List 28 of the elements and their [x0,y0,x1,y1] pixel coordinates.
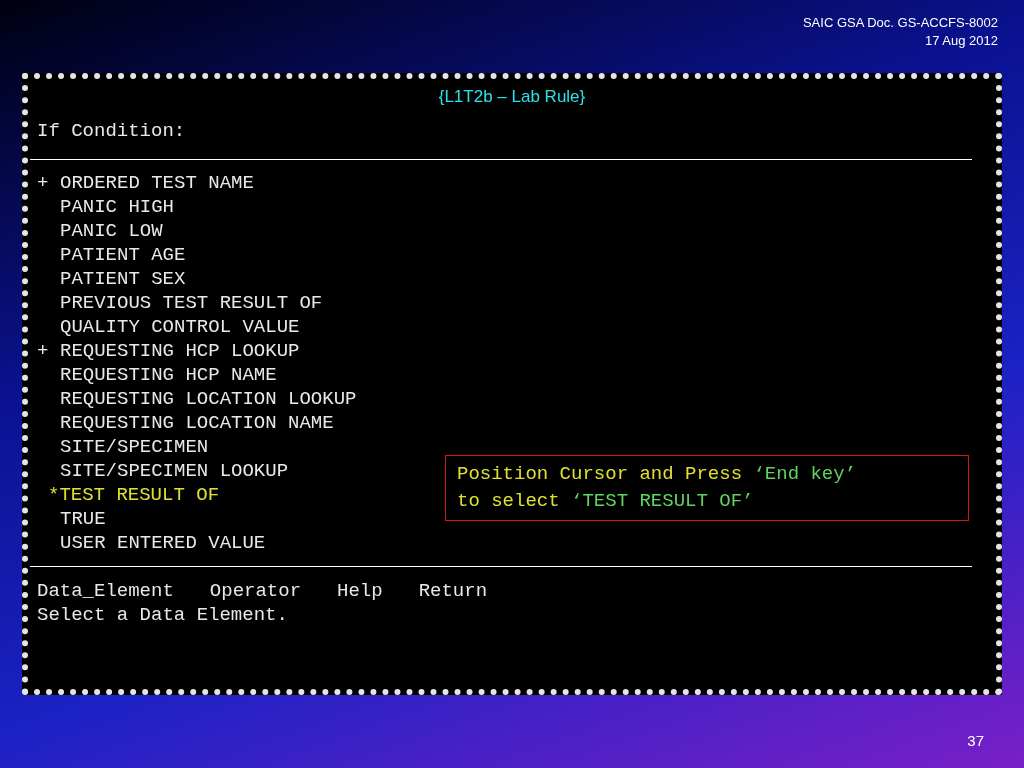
data-element-option[interactable]: SITE/SPECIMEN LOOKUP [37,459,289,483]
data-element-option[interactable]: PATIENT AGE [37,243,186,267]
menu-item[interactable]: Data_Element [37,579,174,603]
document-header-text: SAIC GSA Doc. GS-ACCFS-8002 [802,14,998,32]
data-element-option[interactable]: SITE/SPECIMEN [37,435,209,459]
menu-item[interactable]: Return [418,579,488,603]
data-element-option[interactable]: PANIC HIGH [37,195,175,219]
data-element-option[interactable]: PREVIOUS TEST RESULT OF [37,291,323,315]
data-element-option[interactable]: REQUESTING LOCATION LOOKUP [37,387,357,411]
menu-item[interactable]: Help [337,579,383,603]
data-element-option[interactable]: + REQUESTING HCP LOOKUP [37,339,300,363]
status-message: Select a Data Element. [37,604,288,626]
data-element-option[interactable]: TRUE [37,507,106,531]
callout-text: to select ‘TEST RESULT OF’ [457,489,755,514]
data-element-option[interactable]: REQUESTING HCP NAME [37,363,277,387]
data-element-option[interactable]: REQUESTING LOCATION NAME [37,411,334,435]
document-header-text: 17 Aug 2012 [924,32,998,50]
callout-text: Position Cursor and Press ‘End key’ [457,462,858,487]
data-element-option[interactable]: USER ENTERED VALUE [37,531,266,555]
data-element-option[interactable]: *TEST RESULT OF [37,483,220,507]
slide-number: 37 [967,730,984,751]
data-element-option[interactable]: + ORDERED TEST NAME [37,171,254,195]
data-element-option[interactable]: PATIENT SEX [37,267,186,291]
data-element-option[interactable]: QUALITY CONTROL VALUE [37,315,300,339]
screen-title: {L1T2b – Lab Rule} [438,86,586,108]
menu-item[interactable]: Operator [209,579,302,603]
prompt-label: If Condition: [37,119,186,143]
data-element-option[interactable]: PANIC LOW [37,219,163,243]
